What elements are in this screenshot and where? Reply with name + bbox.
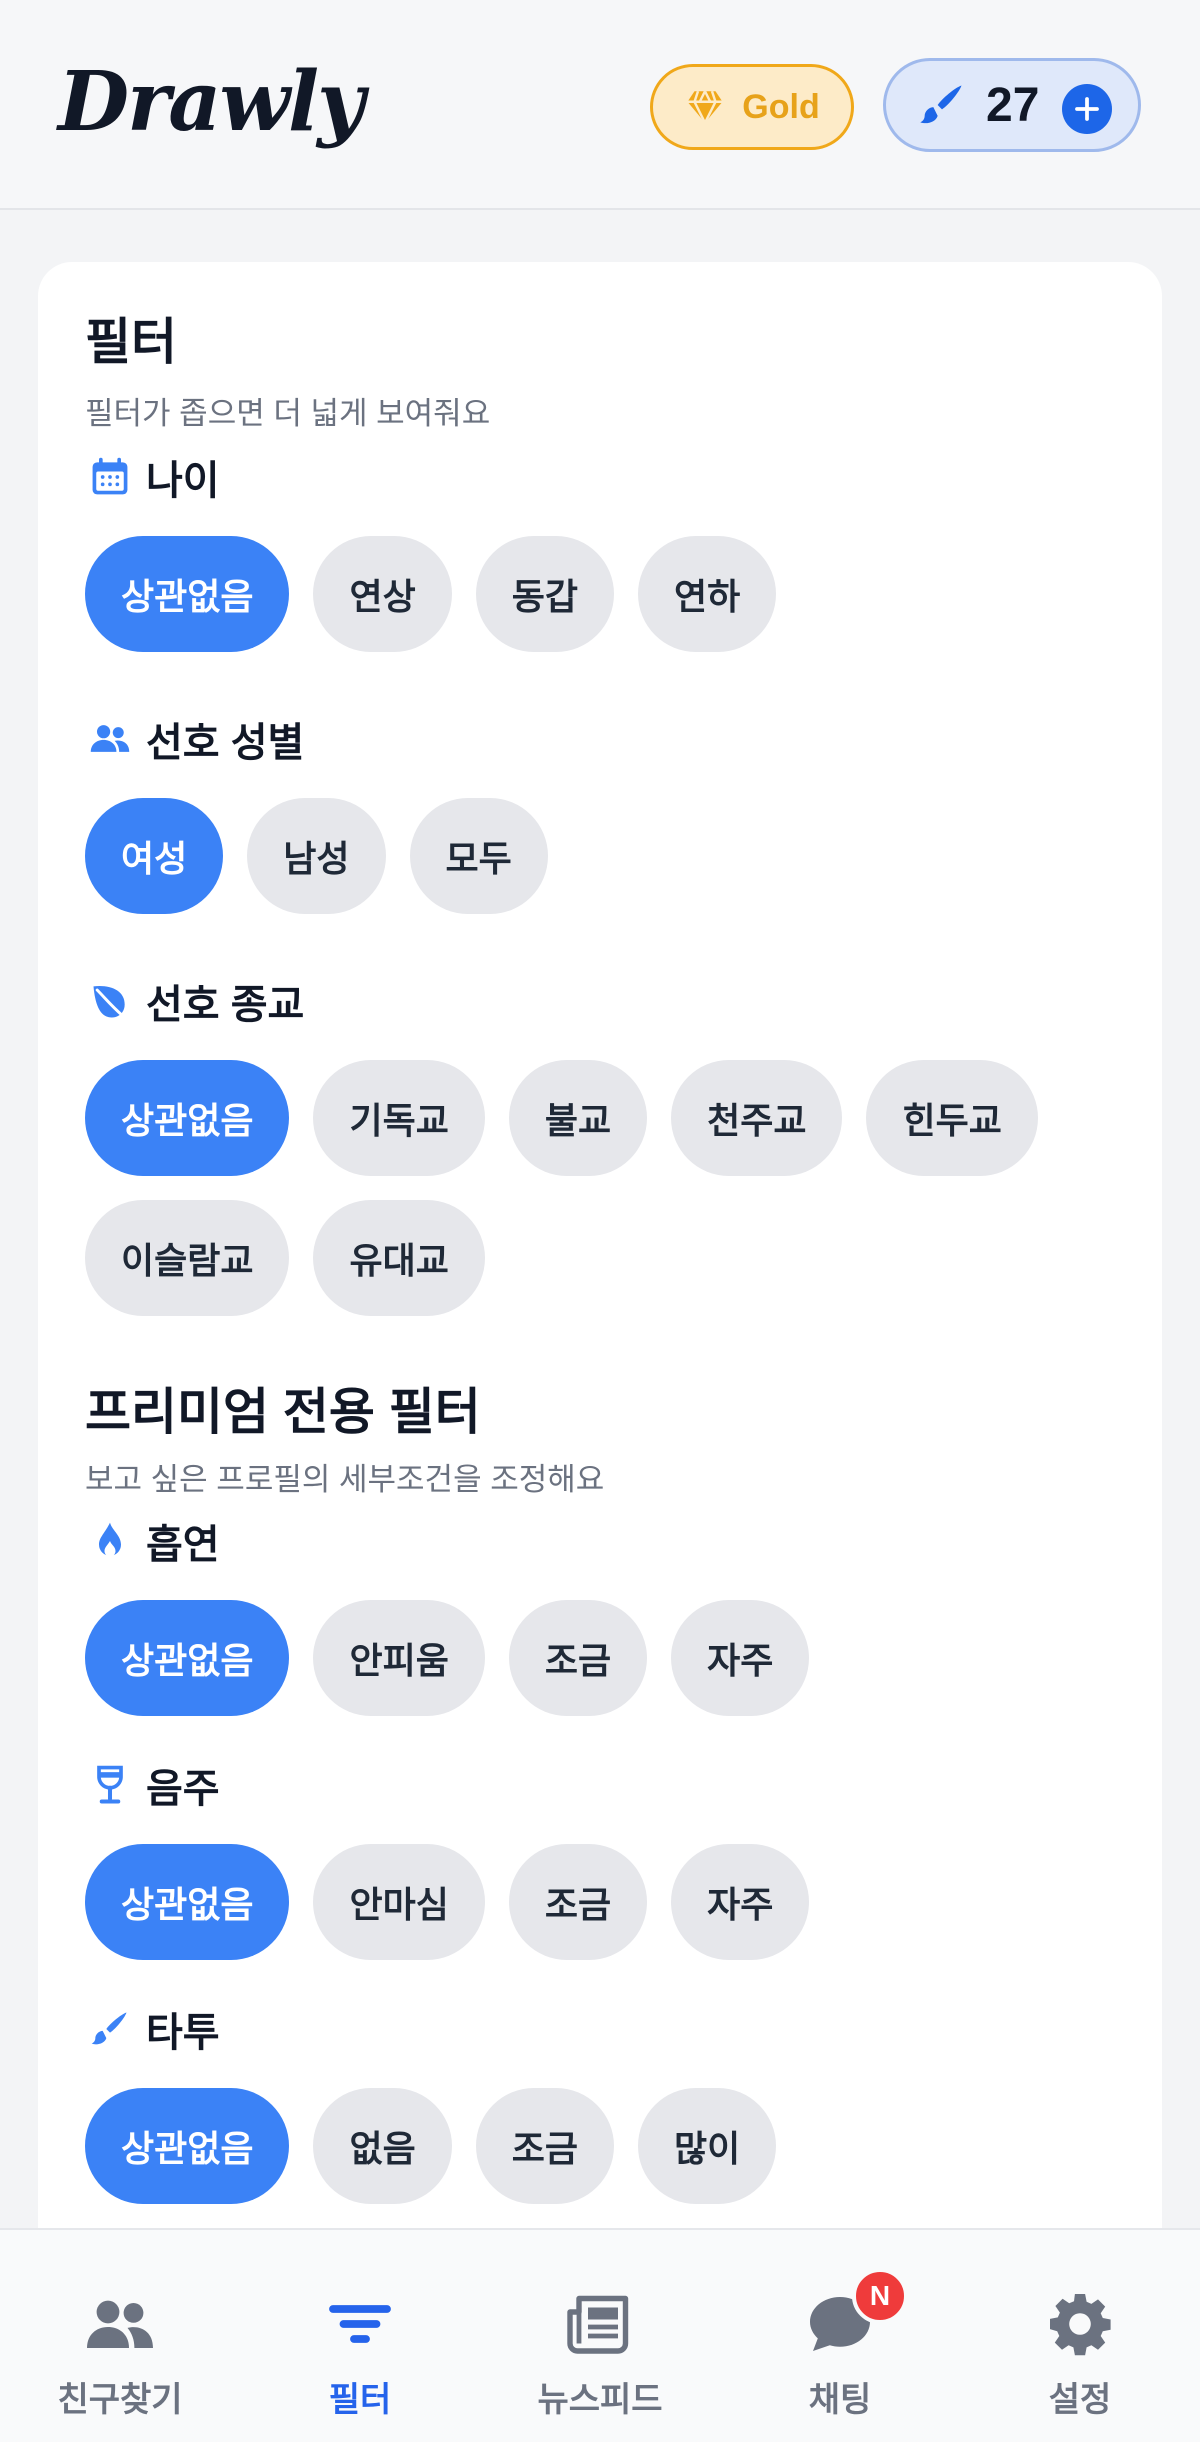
nav-item-newsfeed[interactable]: 뉴스피드 [480,2230,720,2442]
tattoo-group-label: 타투 [88,2000,220,2058]
religion-option-chip[interactable]: 유대교 [313,1200,485,1316]
religion-option-chip[interactable]: 천주교 [671,1060,843,1176]
religion-options: 상관없음 기독교 불교 천주교 힌두교이슬람교 유대교 [85,1060,1105,1316]
chat-new-badge: N [852,2268,908,2324]
smoking-option-chip[interactable]: 상관없음 [85,1600,290,1716]
age-options: 상관없음 연상 동갑 연하 [85,536,1105,652]
users-icon [84,2288,156,2360]
gender-options: 여성 남성 모두 [85,798,1105,914]
religion-group-label: 선호 종교 [88,972,304,1030]
premium-filter-subtitle: 보고 싶은 프로필의 세부조건을 조정해요 [85,1462,605,1497]
age-option-chip[interactable]: 연하 [637,536,777,652]
tattoo-label: 타투 [146,2011,220,2055]
nav-label: 설정 [1048,2381,1112,2419]
newspaper-icon [564,2288,636,2360]
tattoo-option-chip[interactable]: 상관없음 [85,2088,290,2204]
smoking-label: 흡연 [146,1523,220,1567]
nav-item-chat[interactable]: 채팅 N [720,2230,960,2442]
religion-option-chip[interactable]: 상관없음 [85,1060,290,1176]
wine-glass-icon [88,1763,132,1807]
religion-option-chip[interactable]: 이슬람교 [85,1200,290,1316]
gender-option-chip[interactable]: 남성 [247,798,386,914]
plus-icon [1075,97,1099,121]
religion-option-chip[interactable]: 불교 [508,1060,648,1176]
leaf-icon [88,979,132,1023]
tattoo-option-chip[interactable]: 조금 [475,2088,614,2204]
premium-filter-title: 프리미엄 전용 필터 [85,1384,481,1440]
users-icon [88,717,132,761]
smoking-option-chip[interactable]: 안피움 [313,1600,485,1716]
add-brush-button[interactable] [1062,84,1112,134]
religion-label: 선호 종교 [146,983,305,1027]
brush-icon [916,79,968,131]
nav-label: 친구찾기 [57,2381,183,2419]
filter-title: 필터 [85,314,177,370]
smoking-option-chip[interactable]: 자주 [671,1600,810,1716]
nav-item-find-friends[interactable]: 친구찾기 [0,2230,240,2442]
smoking-group-label: 흡연 [88,1512,220,1570]
age-label: 나이 [146,459,220,503]
drinking-option-chip[interactable]: 상관없음 [85,1844,290,1960]
age-group-label: 나이 [88,448,220,506]
brush-count: 27 [986,78,1040,132]
gender-group-label: 선호 성별 [88,710,304,768]
membership-badge[interactable]: Gold [650,64,854,150]
calendar-icon [88,455,132,499]
age-option-chip[interactable]: 연상 [313,536,452,652]
nav-item-filter[interactable]: 필터 [240,2230,480,2442]
religion-option-chip[interactable]: 기독교 [313,1060,485,1176]
nav-label: 필터 [328,2381,392,2419]
nav-label: 채팅 [808,2381,872,2419]
drinking-option-chip[interactable]: 안마심 [313,1844,485,1960]
gender-label: 선호 성별 [146,721,305,765]
membership-label: Gold [742,87,820,126]
gear-icon [1044,2288,1116,2360]
bottom-nav: 친구찾기 필터 뉴스피드 채팅 N 설정 [0,2228,1200,2442]
age-option-chip[interactable]: 상관없음 [85,536,290,652]
tattoo-option-chip[interactable]: 없음 [313,2088,452,2204]
app-logo[interactable]: Drawly [58,54,365,150]
tattoo-option-chip[interactable]: 많이 [637,2088,777,2204]
smoking-option-chip[interactable]: 조금 [508,1600,648,1716]
brush-icon [88,2007,132,2051]
brush-credit-pill[interactable]: 27 [883,58,1141,152]
diamond-icon [684,86,726,128]
age-option-chip[interactable]: 동갑 [475,536,614,652]
gender-option-chip[interactable]: 여성 [85,798,224,914]
drinking-option-chip[interactable]: 자주 [671,1844,810,1960]
flame-icon [88,1519,132,1563]
nav-label: 뉴스피드 [537,2381,663,2419]
tattoo-options: 상관없음 없음 조금 많이 [85,2088,1105,2204]
nav-item-settings[interactable]: 설정 [960,2230,1200,2442]
filter-icon [324,2288,396,2360]
drinking-option-chip[interactable]: 조금 [508,1844,648,1960]
filter-subtitle: 필터가 좁으면 더 넓게 보여줘요 [85,396,491,431]
smoking-options: 상관없음 안피움 조금 자주 [85,1600,1105,1716]
app-header: Drawly Gold 27 [0,0,1200,210]
drinking-options: 상관없음 안마심 조금 자주 [85,1844,1105,1960]
religion-option-chip[interactable]: 힌두교 [866,1060,1038,1176]
gender-option-chip[interactable]: 모두 [409,798,548,914]
drinking-group-label: 음주 [88,1756,220,1814]
drinking-label: 음주 [146,1767,220,1811]
